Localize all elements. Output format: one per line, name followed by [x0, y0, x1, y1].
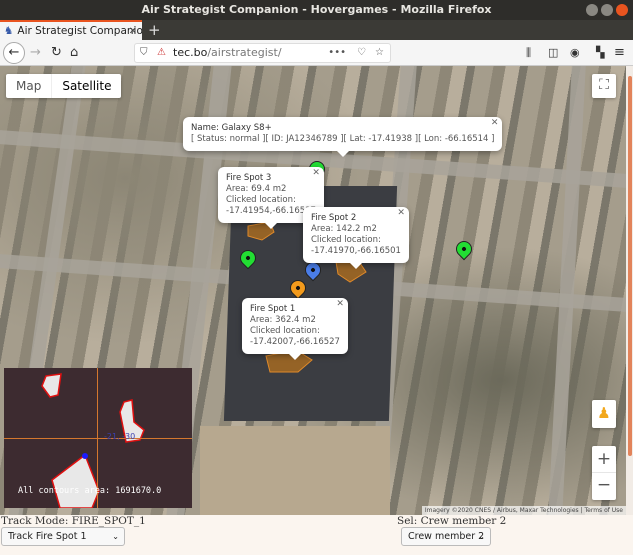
track-select-value: Track Fire Spot 1 [8, 531, 87, 542]
map-type-control: Map Satellite [6, 74, 122, 98]
window-title: Air Strategist Companion - Hovergames - … [141, 3, 492, 16]
terms-link[interactable]: Terms of Use [585, 507, 623, 514]
fire-spot-2-popup: ✕ Fire Spot 2 Area: 142.2 m2 Clicked loc… [303, 207, 409, 269]
device-info-popup: ✕ Name: Galaxy S8+ [ Status: normal ][ I… [183, 117, 503, 157]
popup-area: Area: 69.4 m2 [226, 184, 287, 194]
chevron-down-icon: ⌄ [112, 532, 119, 541]
close-popup-icon[interactable]: ✕ [312, 168, 320, 179]
contour [51, 453, 100, 508]
back-button[interactable]: ← [3, 42, 25, 64]
favicon-icon: ♞ [4, 25, 14, 37]
sidebar-icon[interactable]: ◫ [548, 44, 558, 62]
pocket-icon[interactable]: ♡ [357, 44, 366, 62]
tab-strip: ♞ Air Strategist Companion ✕ + [0, 20, 633, 40]
track-select[interactable]: Track Fire Spot 1 ⌄ [1, 527, 125, 546]
account-icon[interactable]: ◉ [570, 44, 580, 62]
close-popup-icon[interactable]: ✕ [491, 118, 499, 129]
selected-crew-label: Sel: Crew member 2 [397, 515, 507, 527]
shield-icon: ⛉ [140, 47, 148, 58]
attribution-text: Imagery ©2020 CNES / Airbus, Maxar Techn… [424, 507, 579, 514]
more-actions-icon[interactable]: ••• [328, 44, 346, 62]
nav-bar: ← → ↻ ⌂ ⛉ ⚠ tec.bo/airstrategist/ ••• ♡ … [0, 40, 633, 66]
popup-title: Fire Spot 2 [311, 213, 357, 223]
new-tab-button[interactable]: + [148, 20, 161, 40]
popup-coords: -17.42007,-66.16527 [250, 337, 340, 347]
zoom-in-button[interactable]: + [592, 446, 616, 473]
control-panel: Track Mode: FIRE_SPOT_1 Track Fire Spot … [0, 515, 633, 555]
map-type-satellite-button[interactable]: Satellite [51, 74, 121, 98]
insecure-lock-icon: ⚠ [157, 47, 166, 58]
map-attribution: Imagery ©2020 CNES / Airbus, Maxar Techn… [421, 506, 626, 515]
tab-label: Air Strategist Companion [17, 25, 142, 37]
reload-button[interactable]: ↻ [51, 44, 62, 62]
map-type-map-button[interactable]: Map [6, 74, 51, 98]
popup-location-label: Clicked location: [226, 195, 296, 205]
device-name: Name: Galaxy S8+ [191, 123, 272, 133]
crew-select-value: Crew member 2 [408, 531, 485, 542]
library-icon[interactable]: ⫼ [526, 44, 531, 62]
zoom-out-button[interactable]: − [592, 473, 616, 500]
satellite-map[interactable]: ✕ Name: Galaxy S8+ [ Status: normal ][ I… [0, 66, 626, 515]
popup-title: Fire Spot 1 [250, 304, 296, 314]
bookmark-star-icon[interactable]: ☆ [375, 44, 384, 62]
contour [41, 373, 62, 398]
close-popup-icon[interactable]: ✕ [397, 208, 405, 219]
url-path: /airstrategist/ [207, 46, 282, 59]
minimize-button[interactable] [586, 4, 598, 16]
tab-air-strategist[interactable]: ♞ Air Strategist Companion ✕ [0, 20, 142, 40]
fullscreen-button[interactable]: ⛶ [592, 74, 616, 98]
popup-title: Fire Spot 3 [226, 173, 272, 183]
close-tab-icon[interactable]: ✕ [129, 26, 137, 37]
url-bar[interactable]: ⛉ ⚠ tec.bo/airstrategist/ ••• ♡ ☆ [134, 43, 391, 63]
menu-icon[interactable]: ≡ [614, 44, 625, 62]
camera-offset-text: -21, -30 [104, 432, 136, 441]
home-icon[interactable]: ⌂ [70, 44, 78, 62]
fire-spot-1-popup: ✕ Fire Spot 1 Area: 362.4 m2 Clicked loc… [242, 298, 348, 360]
zoom-control: + − [592, 446, 616, 500]
contours-area-text: All contours area: 1691670.0 [18, 486, 162, 496]
forward-button[interactable]: → [30, 44, 41, 62]
camera-feed-inset: -21, -30 All contours area: 1691670.0 [4, 368, 192, 508]
pegman-streetview-icon[interactable]: ♟ [592, 400, 616, 428]
extensions-icon[interactable]: ▚ [596, 44, 604, 62]
chevron-down-icon: ⌄ [478, 532, 485, 541]
maximize-button[interactable] [601, 4, 613, 16]
window-titlebar: Air Strategist Companion - Hovergames - … [0, 0, 633, 20]
crew-select[interactable]: Crew member 2 ⌄ [401, 527, 491, 546]
popup-area: Area: 142.2 m2 [311, 224, 377, 234]
scrollbar-thumb[interactable] [628, 76, 632, 456]
url-host: tec.bo [173, 46, 208, 59]
close-popup-icon[interactable]: ✕ [336, 299, 344, 310]
popup-location-label: Clicked location: [250, 326, 320, 336]
track-mode-label: Track Mode: FIRE_SPOT_1 [1, 515, 146, 527]
close-window-button[interactable] [616, 4, 628, 16]
crosshair-horizontal [4, 438, 192, 439]
page-scrollbar[interactable] [626, 66, 633, 515]
popup-location-label: Clicked location: [311, 235, 381, 245]
popup-coords: -17.41970,-66.16501 [311, 246, 401, 256]
popup-area: Area: 362.4 m2 [250, 315, 316, 325]
target-point [82, 453, 88, 459]
device-details: [ Status: normal ][ ID: JA12346789 ][ La… [191, 134, 495, 144]
